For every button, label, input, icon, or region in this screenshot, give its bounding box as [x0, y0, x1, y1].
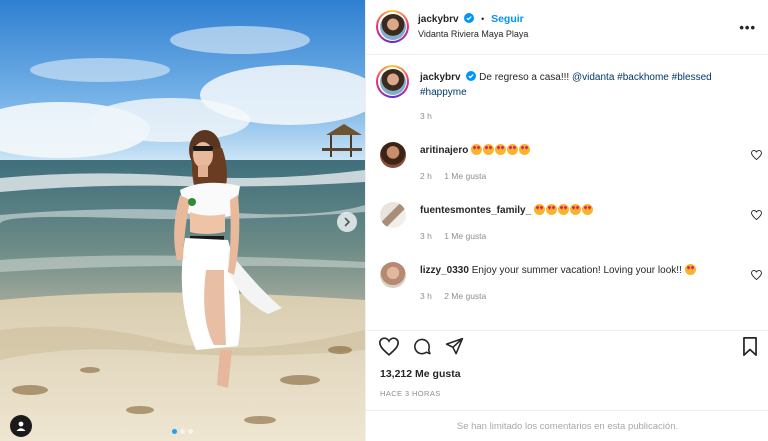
chevron-right-icon: [344, 217, 351, 227]
heart-eyes-emoji-icon: [545, 204, 557, 215]
heart-eyes-emoji-icon: [581, 204, 593, 215]
heart-eyes-emoji-icon: [519, 144, 531, 155]
heart-eyes-emoji-icon: [495, 144, 507, 155]
author-avatar[interactable]: [376, 10, 409, 43]
caption-username[interactable]: jackybrv: [420, 72, 461, 83]
post-header: jackybrv • Seguir Vidanta Riviera Maya P…: [366, 0, 768, 55]
caption-time[interactable]: 3 h: [420, 111, 432, 121]
heart-eyes-emoji-icon: [533, 204, 545, 215]
verified-badge-icon: [466, 71, 477, 81]
commenter-avatar[interactable]: [380, 262, 406, 288]
comment-likes[interactable]: 1 Me gusta: [444, 231, 486, 241]
post-actions-bar: [366, 330, 768, 360]
comment-heart-icon[interactable]: [751, 210, 762, 220]
heart-eyes-emoji-icon: [471, 144, 483, 155]
beach-photo: [0, 0, 365, 441]
comment-time[interactable]: 3 h: [420, 231, 432, 241]
commenter-username[interactable]: lizzy_0330: [420, 265, 469, 276]
likes-count[interactable]: 13,212 Me gusta: [380, 368, 461, 380]
commenter-avatar[interactable]: [380, 142, 406, 168]
caption-avatar[interactable]: [376, 65, 409, 98]
commenter-avatar[interactable]: [380, 202, 406, 228]
comments-limited-notice: Se han limitado los comentarios en esta …: [366, 410, 768, 441]
bookmark-icon[interactable]: [742, 337, 758, 356]
heart-eyes-emoji-icon: [684, 264, 696, 275]
hashtag-link[interactable]: #blessed: [672, 72, 712, 83]
carousel-dot: [180, 429, 185, 434]
next-photo-button[interactable]: [337, 212, 357, 232]
commenter-username[interactable]: aritinajero: [420, 145, 468, 156]
tagged-users-button[interactable]: [10, 415, 32, 437]
comment-text: Enjoy your summer vacation! Loving your …: [471, 265, 682, 276]
caption-mention[interactable]: @vidanta: [572, 72, 614, 83]
separator-dot: •: [481, 14, 485, 24]
comment-likes[interactable]: 1 Me gusta: [444, 171, 486, 181]
post-timestamp[interactable]: HACE 3 HORAS: [380, 389, 441, 398]
more-options-icon[interactable]: •••: [739, 20, 756, 35]
comment-icon[interactable]: [412, 337, 432, 356]
carousel-dot-active: [172, 429, 177, 434]
follow-button[interactable]: Seguir: [491, 13, 524, 25]
commenter-username[interactable]: fuentesmontes_family_: [420, 205, 531, 216]
post-location[interactable]: Vidanta Riviera Maya Playa: [418, 29, 528, 39]
heart-eyes-emoji-icon: [557, 204, 569, 215]
user-icon: [16, 421, 26, 431]
carousel-dots: [0, 429, 365, 434]
comment-time[interactable]: 3 h: [420, 291, 432, 301]
hashtag-link[interactable]: #happyme: [420, 87, 467, 98]
author-username[interactable]: jackybrv: [418, 14, 459, 25]
comment-heart-icon[interactable]: [751, 150, 762, 160]
send-icon[interactable]: [445, 337, 464, 356]
post-photo[interactable]: [0, 0, 365, 441]
heart-eyes-emoji-icon: [569, 204, 581, 215]
emoji-group: [471, 144, 531, 156]
post-caption: jackybrv De regreso a casa!!! @vidanta #…: [420, 70, 750, 100]
heart-icon[interactable]: [379, 337, 399, 356]
verified-badge-icon: [464, 13, 475, 23]
caption-text: De regreso a casa!!!: [479, 72, 570, 83]
comment-time[interactable]: 2 h: [420, 171, 432, 181]
post-side-panel: jackybrv • Seguir Vidanta Riviera Maya P…: [365, 0, 768, 441]
hashtag-link[interactable]: #backhome: [617, 72, 669, 83]
carousel-dot: [188, 429, 193, 434]
emoji-group: [533, 204, 594, 216]
heart-eyes-emoji-icon: [507, 144, 519, 155]
comment-likes[interactable]: 2 Me gusta: [444, 291, 486, 301]
comment-heart-icon[interactable]: [751, 270, 762, 280]
heart-eyes-emoji-icon: [483, 144, 495, 155]
